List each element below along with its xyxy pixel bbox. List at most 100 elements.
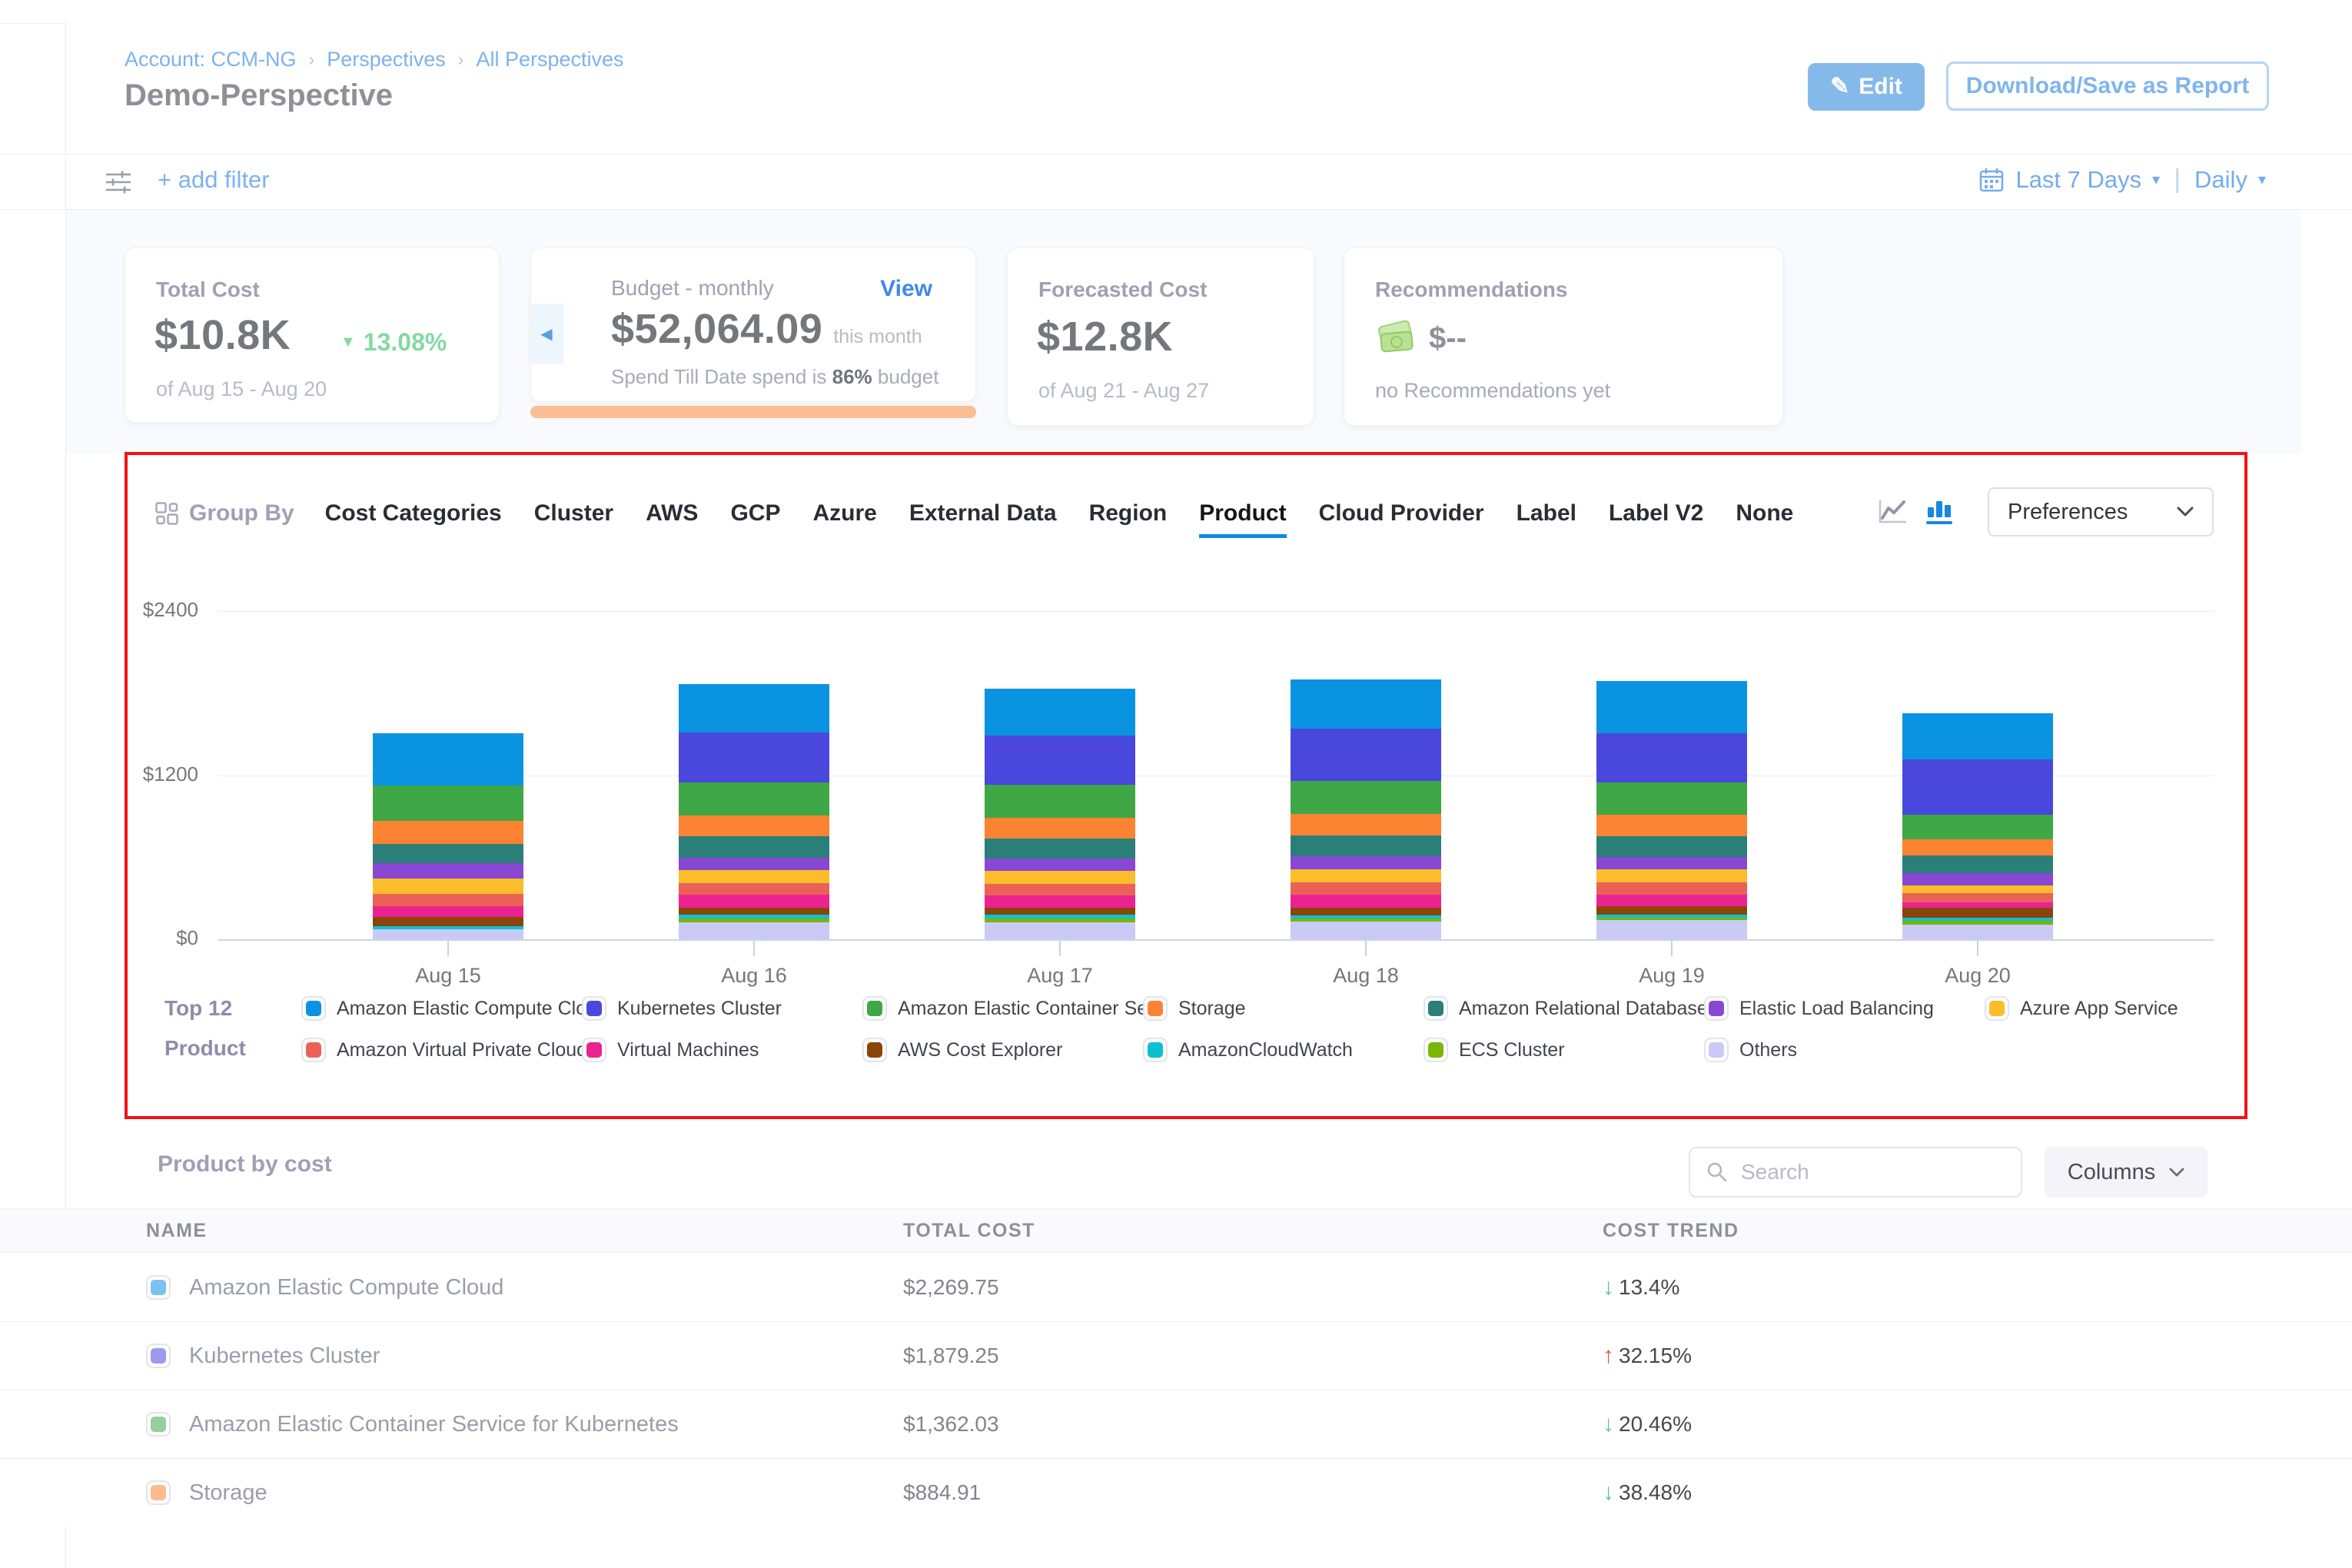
- bar-segment[interactable]: [985, 884, 1135, 895]
- bar-segment[interactable]: [373, 786, 523, 821]
- bar-segment[interactable]: [1291, 781, 1441, 815]
- bar-segment[interactable]: [985, 839, 1135, 859]
- bar-segment[interactable]: [679, 816, 829, 836]
- bar-segment[interactable]: [1902, 759, 2053, 816]
- column-header-total-cost[interactable]: TOTAL COST: [903, 1209, 1035, 1252]
- bar-segment[interactable]: [679, 836, 829, 858]
- chevron-down-icon[interactable]: ▾: [2152, 170, 2160, 189]
- bar-segment[interactable]: [679, 733, 829, 782]
- stacked-bar-aug-17[interactable]: [985, 689, 1135, 939]
- stacked-bar-aug-18[interactable]: [1291, 679, 1441, 939]
- bar-segment[interactable]: [1596, 782, 1747, 815]
- bar-segment[interactable]: [1291, 915, 1441, 919]
- columns-button[interactable]: Columns: [2045, 1147, 2207, 1198]
- row-name[interactable]: Storage: [189, 1459, 267, 1526]
- legend-item[interactable]: AWS Cost Explorer: [862, 1038, 1143, 1062]
- budget-view-link[interactable]: View: [880, 276, 932, 302]
- table-row[interactable]: Amazon Elastic Container Service for Kub…: [0, 1390, 2352, 1459]
- search-input[interactable]: [1739, 1159, 1996, 1185]
- legend-item[interactable]: Azure App Service: [1985, 996, 2265, 1021]
- bar-segment[interactable]: [1902, 921, 2053, 924]
- stacked-bar-aug-15[interactable]: [373, 733, 523, 939]
- bar-segment[interactable]: [1596, 882, 1747, 895]
- edit-button[interactable]: ✎ Edit: [1808, 63, 1925, 111]
- add-filter-button[interactable]: + add filter: [158, 166, 270, 194]
- bar-segment[interactable]: [679, 908, 829, 915]
- bar-segment[interactable]: [373, 894, 523, 907]
- bar-segment[interactable]: [679, 915, 829, 919]
- bar-segment[interactable]: [373, 926, 523, 929]
- legend-item[interactable]: Virtual Machines: [582, 1038, 862, 1062]
- bar-segment[interactable]: [1596, 681, 1747, 733]
- bar-segment[interactable]: [373, 906, 523, 917]
- bar-segment[interactable]: [1902, 839, 2053, 855]
- legend-item[interactable]: ECS Cluster: [1423, 1038, 1704, 1062]
- legend-item[interactable]: Amazon Virtual Private Cloud: [301, 1038, 582, 1062]
- legend-item[interactable]: Amazon Elastic Container Se...: [862, 996, 1143, 1021]
- bar-segment[interactable]: [373, 733, 523, 786]
- bar-segment[interactable]: [985, 895, 1135, 908]
- bar-segment[interactable]: [679, 870, 829, 883]
- column-header-cost-trend[interactable]: COST TREND: [1603, 1209, 1739, 1252]
- bar-segment[interactable]: [1902, 855, 2053, 873]
- bar-segment[interactable]: [985, 919, 1135, 922]
- bar-segment[interactable]: [985, 908, 1135, 915]
- bar-segment[interactable]: [373, 879, 523, 894]
- bar-segment[interactable]: [1291, 919, 1441, 922]
- bar-segment[interactable]: [679, 883, 829, 895]
- bar-segment[interactable]: [985, 785, 1135, 818]
- bar-segment[interactable]: [1291, 835, 1441, 857]
- bar-segment[interactable]: [679, 895, 829, 908]
- bar-segment[interactable]: [1596, 895, 1747, 906]
- bar-segment[interactable]: [679, 858, 829, 870]
- legend-item[interactable]: Others: [1704, 1038, 1985, 1062]
- granularity-value[interactable]: Daily: [2194, 166, 2247, 194]
- column-header-name[interactable]: NAME: [146, 1209, 208, 1252]
- bar-segment[interactable]: [1596, 836, 1747, 857]
- row-name[interactable]: Kubernetes Cluster: [189, 1322, 380, 1390]
- bar-segment[interactable]: [1291, 856, 1441, 869]
- table-row[interactable]: Storage$884.91↓38.48%: [0, 1459, 2352, 1526]
- stacked-bar-aug-16[interactable]: [679, 684, 829, 939]
- bar-segment[interactable]: [1291, 895, 1441, 908]
- date-range-value[interactable]: Last 7 Days: [2015, 166, 2141, 194]
- legend-item[interactable]: Kubernetes Cluster: [582, 996, 862, 1021]
- bar-segment[interactable]: [985, 871, 1135, 884]
- bar-segment[interactable]: [1596, 920, 1747, 939]
- bar-segment[interactable]: [985, 922, 1135, 939]
- bar-segment[interactable]: [373, 863, 523, 879]
- bar-segment[interactable]: [1902, 815, 2053, 839]
- stacked-bar-aug-20[interactable]: [1902, 713, 2053, 939]
- legend-item[interactable]: Storage: [1143, 996, 1423, 1021]
- bar-segment[interactable]: [1596, 915, 1747, 918]
- table-row[interactable]: Kubernetes Cluster$1,879.25↑32.15%: [0, 1322, 2352, 1390]
- table-row[interactable]: Amazon Elastic Compute Cloud$2,269.75↓13…: [0, 1254, 2352, 1322]
- bar-segment[interactable]: [679, 782, 829, 816]
- bar-segment[interactable]: [985, 736, 1135, 785]
- row-name[interactable]: Amazon Elastic Container Service for Kub…: [189, 1390, 679, 1458]
- bar-segment[interactable]: [1291, 814, 1441, 835]
- breadcrumb-perspectives[interactable]: Perspectives: [327, 48, 446, 71]
- bar-segment[interactable]: [1291, 679, 1441, 729]
- bar-segment[interactable]: [1596, 906, 1747, 915]
- bar-segment[interactable]: [985, 689, 1135, 736]
- download-save-report-button[interactable]: Download/Save as Report: [1946, 61, 2269, 111]
- legend-item[interactable]: AmazonCloudWatch: [1143, 1038, 1423, 1062]
- filter-sliders-icon[interactable]: [104, 169, 135, 199]
- bar-segment[interactable]: [1596, 869, 1747, 882]
- chevron-down-icon[interactable]: ▾: [2258, 170, 2266, 189]
- bar-segment[interactable]: [373, 929, 523, 939]
- legend-item[interactable]: Amazon Elastic Compute Clo...: [301, 996, 582, 1021]
- bar-segment[interactable]: [1902, 885, 2053, 893]
- bar-segment[interactable]: [985, 859, 1135, 871]
- bar-segment[interactable]: [1902, 713, 2053, 759]
- bar-segment[interactable]: [373, 917, 523, 926]
- legend-item[interactable]: Elastic Load Balancing: [1704, 996, 1985, 1021]
- bar-segment[interactable]: [1291, 882, 1441, 895]
- bar-segment[interactable]: [985, 818, 1135, 839]
- bar-segment[interactable]: [1902, 925, 2053, 939]
- bar-segment[interactable]: [1902, 918, 2053, 921]
- bar-segment[interactable]: [985, 915, 1135, 919]
- bar-segment[interactable]: [679, 684, 829, 733]
- bar-segment[interactable]: [1902, 908, 2053, 918]
